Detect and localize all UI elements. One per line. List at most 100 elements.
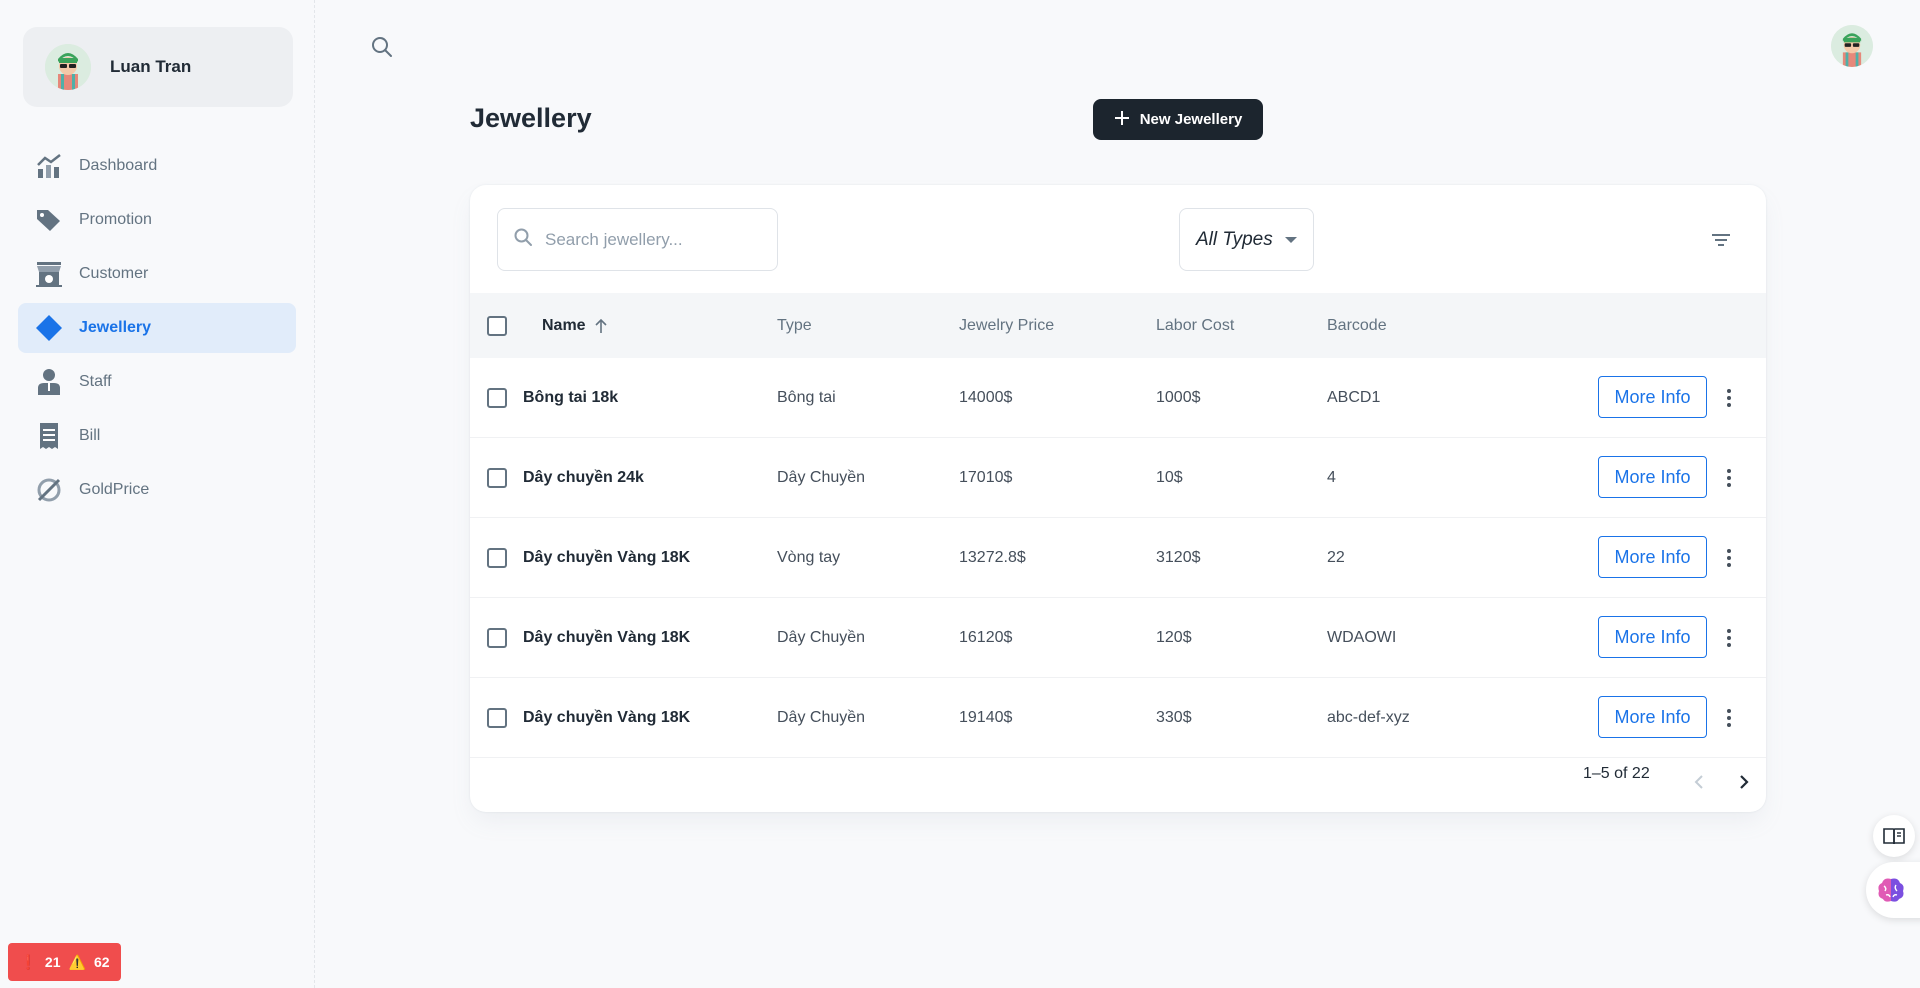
book-icon[interactable]: [1873, 815, 1915, 857]
person-badge-icon: [35, 368, 63, 396]
sidebar-item-bill[interactable]: Bill: [18, 411, 296, 461]
more-info-button[interactable]: More Info: [1598, 376, 1707, 418]
storefront-icon: [35, 260, 63, 288]
select-all-cell: [487, 293, 507, 358]
user-card[interactable]: Luan Tran: [23, 27, 293, 107]
column-header-barcode[interactable]: Barcode: [1327, 293, 1387, 358]
arrow-up-icon: [594, 318, 608, 334]
more-vertical-icon[interactable]: [1719, 706, 1739, 730]
table-row[interactable]: Bông tai 18k Bông tai 14000$ 1000$ ABCD1…: [470, 358, 1766, 438]
more-vertical-icon[interactable]: [1719, 386, 1739, 410]
table-header: Name Type Jewelry Price Labor Cost Barco…: [470, 293, 1766, 358]
cell-type: Vòng tay: [777, 549, 841, 566]
sidebar-item-label: GoldPrice: [79, 481, 150, 498]
sidebar-item-label: Promotion: [79, 211, 152, 228]
cell-labor: 330$: [1156, 709, 1192, 726]
warning-count: 62: [93, 954, 110, 970]
cell-type: Bông tai: [777, 389, 836, 406]
row-checkbox-cell: [487, 438, 507, 518]
plus-icon: [1114, 110, 1130, 130]
chart-line-icon: [35, 152, 63, 180]
more-info-button[interactable]: More Info: [1598, 616, 1707, 658]
warning-icon: ⚠️: [68, 953, 86, 970]
row-checkbox[interactable]: [487, 628, 507, 648]
more-vertical-icon[interactable]: [1719, 626, 1739, 650]
cell-price: 19140$: [959, 709, 1013, 726]
jewellery-table-card: All Types Name Type Jewelry Price Labor …: [470, 185, 1766, 812]
cell-name: Dây chuyền Vàng 18K: [523, 629, 691, 646]
cell-price: 16120$: [959, 629, 1013, 646]
cell-labor: 1000$: [1156, 389, 1201, 406]
avatar: [45, 44, 91, 90]
column-header-name[interactable]: Name: [542, 293, 608, 358]
search-field[interactable]: [497, 208, 778, 271]
search-input[interactable]: [545, 229, 765, 250]
chevron-down-icon: [1284, 236, 1297, 243]
sidebar-item-staff[interactable]: Staff: [18, 357, 296, 407]
sidebar-item-dashboard[interactable]: Dashboard: [18, 141, 296, 191]
table-row[interactable]: Dây chuyền 24k Dây Chuyền 17010$ 10$ 4 M…: [470, 438, 1766, 518]
row-checkbox[interactable]: [487, 468, 507, 488]
column-header-type[interactable]: Type: [777, 293, 812, 358]
new-jewellery-label: New Jewellery: [1139, 111, 1243, 128]
cell-name: Dây chuyền 24k: [523, 469, 644, 486]
row-checkbox[interactable]: [487, 388, 507, 408]
sidebar-item-customer[interactable]: Customer: [18, 249, 296, 299]
sidebar-item-promotion[interactable]: Promotion: [18, 195, 296, 245]
column-header-label: Name: [542, 316, 586, 334]
row-checkbox[interactable]: [487, 708, 507, 728]
row-checkbox[interactable]: [487, 548, 507, 568]
cell-price: 17010$: [959, 469, 1013, 486]
cell-labor: 3120$: [1156, 549, 1201, 566]
diamond-icon: [35, 314, 63, 342]
row-checkbox-cell: [487, 678, 507, 758]
cell-name: Dây chuyền Vàng 18K: [523, 549, 691, 566]
sidebar-item-goldprice[interactable]: GoldPrice: [18, 465, 296, 515]
cell-barcode: 22: [1327, 549, 1345, 566]
cell-type: Dây Chuyền: [777, 629, 866, 646]
more-vertical-icon[interactable]: [1719, 546, 1739, 570]
error-icon: ❗: [19, 953, 37, 970]
cell-barcode: WDAOWI: [1327, 629, 1397, 646]
row-checkbox-cell: [487, 598, 507, 678]
more-info-button[interactable]: More Info: [1598, 536, 1707, 578]
sidebar-item-label: Bill: [79, 427, 101, 444]
more-info-button[interactable]: More Info: [1598, 696, 1707, 738]
column-header-labor[interactable]: Labor Cost: [1156, 293, 1234, 358]
select-all-checkbox[interactable]: [487, 315, 507, 336]
chevron-left-icon[interactable]: [1687, 770, 1711, 794]
cell-type: Dây Chuyền: [777, 469, 866, 486]
cell-barcode: ABCD1: [1327, 389, 1381, 406]
column-header-price[interactable]: Jewelry Price: [959, 293, 1054, 358]
table-row[interactable]: Dây chuyền Vàng 18K Vòng tay 13272.8$ 31…: [470, 518, 1766, 598]
new-jewellery-button[interactable]: New Jewellery: [1093, 99, 1263, 140]
receipt-icon: [35, 422, 63, 450]
type-filter-select[interactable]: All Types: [1179, 208, 1314, 271]
cell-price: 14000$: [959, 389, 1013, 406]
sidebar-item-label: Jewellery: [79, 319, 152, 336]
avatar[interactable]: [1831, 25, 1873, 67]
sidebar-item-jewellery[interactable]: Jewellery: [18, 303, 296, 353]
cell-labor: 10$: [1156, 469, 1183, 486]
sidebar-nav: Dashboard Promotion Customer Jewellery S…: [18, 141, 296, 519]
cell-barcode: abc-def-xyz: [1327, 709, 1410, 726]
more-vertical-icon[interactable]: [1719, 466, 1739, 490]
cell-type: Dây Chuyền: [777, 709, 866, 726]
slashed-circle-icon: [35, 476, 63, 504]
filter-icon[interactable]: [1706, 225, 1736, 255]
search-icon[interactable]: [368, 33, 396, 61]
chevron-right-icon[interactable]: [1732, 770, 1756, 794]
search-icon: [513, 227, 533, 252]
cell-barcode: 4: [1327, 469, 1336, 486]
brain-icon[interactable]: [1866, 862, 1920, 918]
more-info-button[interactable]: More Info: [1598, 456, 1707, 498]
pagination-label: 1–5 of 22: [1583, 765, 1650, 782]
error-count: 21: [44, 954, 61, 970]
type-filter-value: All Types: [1196, 228, 1273, 250]
sidebar-item-label: Customer: [79, 265, 149, 282]
user-name: Luan Tran: [110, 57, 192, 76]
table-row[interactable]: Dây chuyền Vàng 18K Dây Chuyền 16120$ 12…: [470, 598, 1766, 678]
table-row[interactable]: Dây chuyền Vàng 18K Dây Chuyền 19140$ 33…: [470, 678, 1766, 758]
cell-labor: 120$: [1156, 629, 1192, 646]
error-badge[interactable]: ❗ 21 ⚠️ 62: [8, 943, 121, 981]
